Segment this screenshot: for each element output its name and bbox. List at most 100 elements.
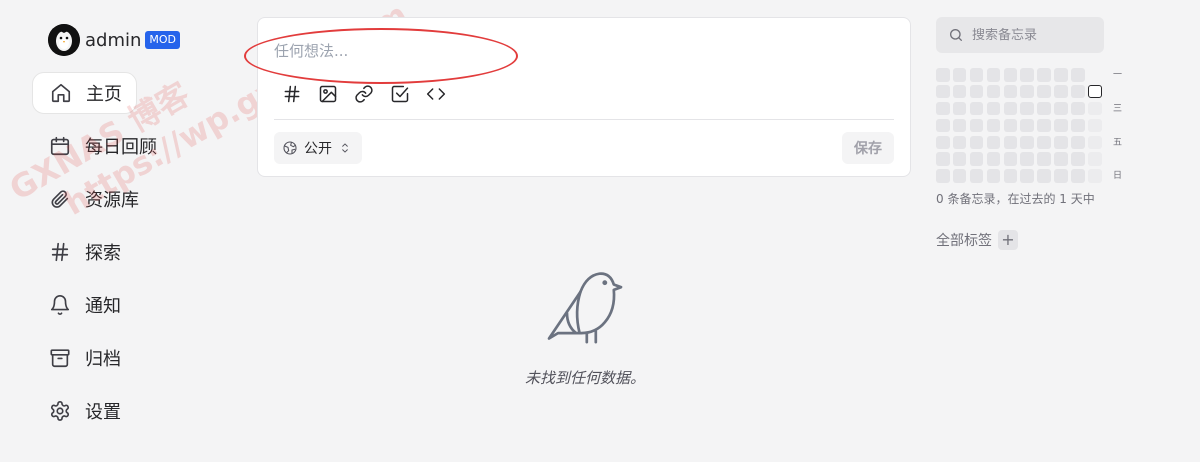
heatmap-cell[interactable] xyxy=(969,68,984,82)
heatmap-cell[interactable] xyxy=(1054,152,1068,166)
sidebar-item-archive[interactable]: 归档 xyxy=(32,337,135,379)
heatmap-cell[interactable] xyxy=(1088,135,1102,150)
heatmap-cell[interactable] xyxy=(1054,169,1068,183)
username: admin xyxy=(85,29,142,51)
search-input[interactable] xyxy=(972,27,1092,43)
heatmap-cell[interactable] xyxy=(1071,101,1085,116)
image-icon xyxy=(319,85,337,103)
sidebar-item-daily-review[interactable]: 每日回顾 xyxy=(32,125,171,167)
heatmap-cell[interactable] xyxy=(936,169,950,183)
heatmap-cell[interactable] xyxy=(1054,101,1068,116)
heatmap-cell[interactable] xyxy=(969,101,984,116)
heatmap-cell[interactable] xyxy=(969,169,984,183)
save-button[interactable]: 保存 xyxy=(842,132,894,164)
heatmap-cell[interactable] xyxy=(952,118,967,133)
chevron-up-down-icon xyxy=(342,143,348,153)
heatmap-cell[interactable] xyxy=(936,135,950,150)
heatmap-cell[interactable] xyxy=(969,118,984,133)
heatmap-cell[interactable] xyxy=(1071,68,1085,82)
heatmap-cell[interactable] xyxy=(1003,118,1018,133)
heatmap-cell[interactable] xyxy=(1020,135,1034,150)
heatmap-cell[interactable] xyxy=(1071,118,1085,133)
heatmap-cell[interactable] xyxy=(952,68,967,82)
hash-icon xyxy=(284,85,300,103)
heatmap-cell[interactable] xyxy=(1037,68,1051,82)
heatmap-cell-today[interactable] xyxy=(1088,84,1102,99)
heatmap-cell[interactable] xyxy=(1088,169,1102,183)
heatmap-cell[interactable] xyxy=(1054,68,1068,82)
heatmap-cell[interactable] xyxy=(986,169,1001,183)
heatmap-cell[interactable] xyxy=(1054,135,1068,150)
heatmap-cell[interactable] xyxy=(952,84,967,99)
heatmap-cell[interactable] xyxy=(1088,152,1102,166)
heatmap-cell[interactable] xyxy=(969,135,984,150)
heatmap-cell[interactable] xyxy=(1037,84,1051,99)
search-icon xyxy=(950,29,962,41)
heatmap-cell[interactable] xyxy=(986,152,1001,166)
heatmap-cell[interactable] xyxy=(1020,169,1034,183)
heatmap-cell[interactable] xyxy=(1071,135,1085,150)
heatmap-cell[interactable] xyxy=(1003,84,1018,99)
sidebar-item-settings[interactable]: 设置 xyxy=(32,390,135,432)
role-badge: MOD xyxy=(145,31,181,49)
heatmap-cell[interactable] xyxy=(1037,169,1051,183)
heatmap-cell[interactable] xyxy=(986,68,1001,82)
heatmap-cell[interactable] xyxy=(1037,152,1051,166)
heatmap-cell[interactable] xyxy=(1071,84,1085,99)
visibility-select[interactable]: 公开 xyxy=(274,132,362,164)
heatmap-cell[interactable] xyxy=(1088,101,1102,116)
heatmap-cell[interactable] xyxy=(1003,101,1018,116)
heatmap-cell[interactable] xyxy=(1037,101,1051,116)
checkbox-button[interactable] xyxy=(388,82,412,106)
heatmap-cell[interactable] xyxy=(1003,68,1018,82)
heatmap-cell[interactable] xyxy=(936,118,950,133)
user-profile[interactable]: admin MOD xyxy=(32,18,232,62)
heatmap-cell[interactable] xyxy=(936,68,950,82)
heatmap-cell[interactable] xyxy=(952,152,967,166)
heatmap-cell[interactable] xyxy=(1020,84,1034,99)
heatmap-cell[interactable] xyxy=(1003,169,1018,183)
heatmap-cell[interactable] xyxy=(936,152,950,166)
heatmap-cell[interactable] xyxy=(1003,152,1018,166)
heatmap-cell[interactable] xyxy=(1054,84,1068,99)
calendar-icon xyxy=(48,134,72,158)
heatmap-cell[interactable] xyxy=(1071,169,1085,183)
image-button[interactable] xyxy=(316,82,340,106)
heatmap-cell[interactable] xyxy=(936,101,950,116)
heatmap-cell[interactable] xyxy=(1020,118,1034,133)
heatmap-cell[interactable] xyxy=(986,84,1001,99)
heatmap-cell[interactable] xyxy=(986,101,1001,116)
heatmap-cell[interactable] xyxy=(952,169,967,183)
heatmap-cell[interactable] xyxy=(1020,152,1034,166)
heatmap-cell[interactable] xyxy=(1037,135,1051,150)
sidebar-item-resources[interactable]: 资源库 xyxy=(32,178,153,220)
heatmap-cell[interactable] xyxy=(1020,101,1034,116)
heatmap-cell[interactable] xyxy=(1003,135,1018,150)
heatmap-cell[interactable] xyxy=(1020,68,1034,82)
link-icon xyxy=(355,85,373,103)
sidebar-item-notifications[interactable]: 通知 xyxy=(32,284,135,326)
gear-icon xyxy=(48,399,72,423)
heatmap-cell[interactable] xyxy=(969,152,984,166)
heatmap-cell[interactable] xyxy=(1071,152,1085,166)
tag-button[interactable] xyxy=(280,82,304,106)
heatmap-cell[interactable] xyxy=(952,101,967,116)
heatmap-cell[interactable] xyxy=(986,135,1001,150)
heatmap-cell[interactable] xyxy=(1037,118,1051,133)
memo-input[interactable] xyxy=(274,42,674,60)
link-button[interactable] xyxy=(352,82,376,106)
heatmap-cell[interactable] xyxy=(969,84,984,99)
code-button[interactable] xyxy=(424,82,448,106)
heatmap-cell[interactable] xyxy=(1054,118,1068,133)
search-box[interactable] xyxy=(936,17,1104,53)
heatmap-cell[interactable] xyxy=(986,118,1001,133)
avatar-image-icon xyxy=(48,24,80,56)
heatmap-cell[interactable] xyxy=(936,84,950,99)
sidebar-item-explore[interactable]: 探索 xyxy=(32,231,135,273)
add-tag-button[interactable]: + xyxy=(998,230,1018,250)
sidebar-item-home[interactable]: 主页 xyxy=(32,72,137,114)
heatmap-cell[interactable] xyxy=(1088,118,1102,133)
avatar xyxy=(48,24,80,56)
heatmap-cell[interactable] xyxy=(952,135,967,150)
activity-heatmap xyxy=(936,68,1102,183)
